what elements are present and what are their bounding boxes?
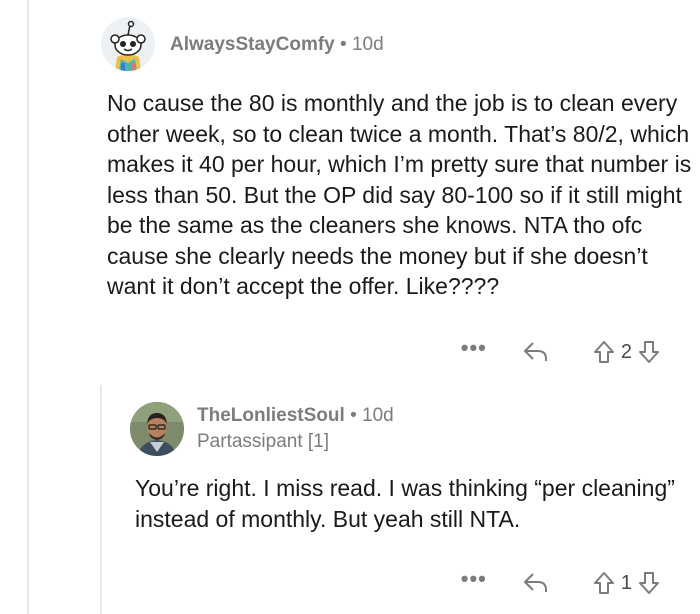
vote-count: 2 (620, 340, 632, 363)
comment-meta: TheLonliestSoul • 10d (197, 405, 394, 427)
user-flair: Partassipant [1] (197, 431, 330, 452)
user-photo-icon (130, 402, 184, 456)
comment-actions: ••• 2 (461, 335, 660, 367)
meta-separator: • (350, 405, 357, 426)
downvote-icon[interactable] (638, 340, 660, 364)
comment-age: 10d (351, 34, 384, 55)
snoo-avatar-icon (101, 17, 155, 71)
more-options-icon[interactable]: ••• (461, 335, 487, 361)
username[interactable]: TheLonliestSoul (197, 405, 345, 426)
more-options-icon[interactable]: ••• (461, 566, 487, 592)
comment-body: No cause the 80 is monthly and the job i… (107, 90, 692, 299)
comment-actions: ••• 1 (461, 566, 660, 598)
upvote-icon[interactable] (593, 340, 615, 364)
thread-line[interactable] (27, 0, 29, 614)
comment-age: 10d (362, 405, 394, 426)
reply-icon[interactable] (523, 341, 549, 363)
downvote-icon[interactable] (638, 571, 660, 595)
comment-body: You’re right. I miss read. I was thinkin… (135, 475, 675, 532)
avatar[interactable] (101, 17, 155, 71)
reply-icon[interactable] (523, 572, 549, 594)
avatar[interactable] (130, 402, 184, 456)
upvote-icon[interactable] (593, 571, 615, 595)
comment-meta: AlwaysStayComfy • 10d (170, 34, 384, 56)
username[interactable]: AlwaysStayComfy (170, 34, 335, 55)
reply-thread-line[interactable] (100, 385, 102, 614)
meta-separator: • (340, 34, 347, 55)
vote-count: 1 (620, 571, 632, 594)
